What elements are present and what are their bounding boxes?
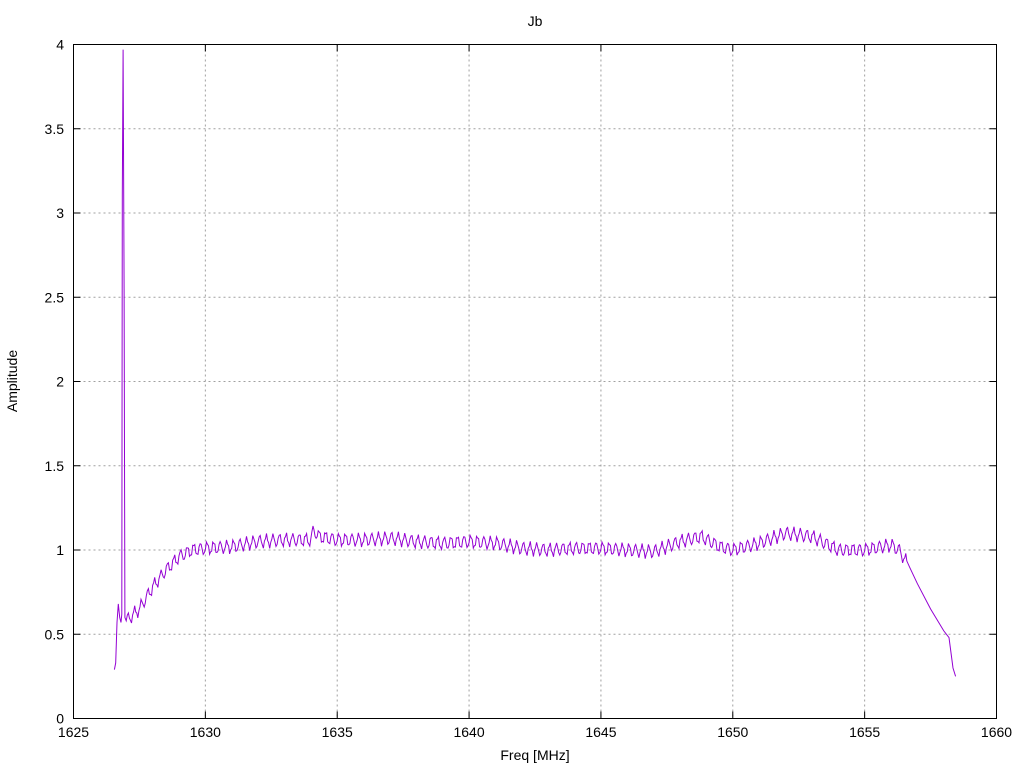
x-tick-label: 1635 <box>322 724 353 740</box>
y-tick-label: 0 <box>56 711 64 727</box>
x-tick-label: 1650 <box>717 724 748 740</box>
chart-title: Jb <box>528 13 543 29</box>
amplitude-chart: 1625 1630 1635 1640 1645 1650 1655 166000.511.5… <box>4 13 1012 763</box>
y-axis-label: Amplitude <box>4 350 20 412</box>
y-tick-label: 2.5 <box>45 289 65 305</box>
y-tick-label: 3 <box>56 205 64 221</box>
y-tick-label: 2 <box>56 374 64 390</box>
y-tick-label: 3.5 <box>45 121 65 137</box>
x-axis-label: Freq [MHz] <box>500 747 569 763</box>
y-tick-label: 0.5 <box>45 626 65 642</box>
x-tick-label: 1660 <box>981 724 1012 740</box>
series-line-jb <box>113 49 957 677</box>
x-tick-label: 1630 <box>190 724 221 740</box>
x-tick-label: 1655 <box>849 724 880 740</box>
y-tick-label: 4 <box>56 37 64 53</box>
y-tick-label: 1 <box>56 542 64 558</box>
grid <box>73 44 997 719</box>
x-tick-label: 1645 <box>585 724 616 740</box>
y-tick-label: 1.5 <box>45 458 65 474</box>
x-tick-label: 1640 <box>453 724 484 740</box>
